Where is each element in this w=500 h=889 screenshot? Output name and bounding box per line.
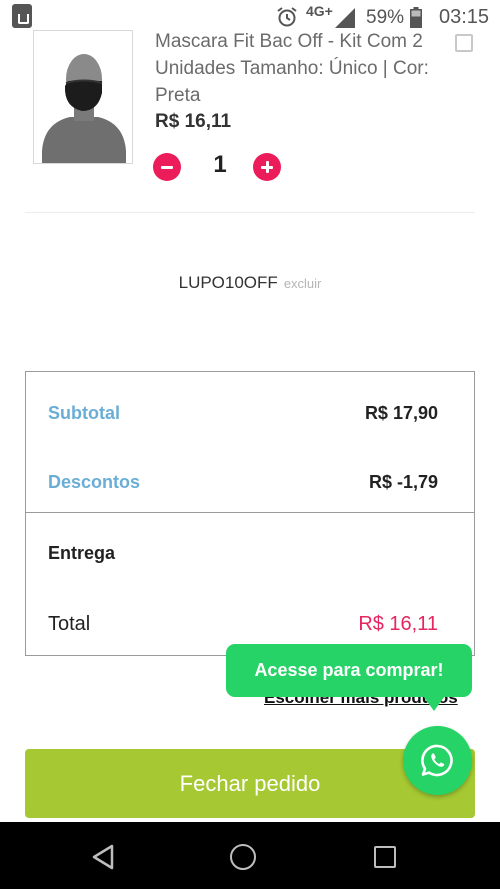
product-price: R$ 16,11 [155, 111, 232, 132]
order-summary: Subtotal R$ 17,90 Descontos R$ -1,79 Ent… [25, 371, 475, 656]
whatsapp-button[interactable] [403, 726, 472, 795]
product-image[interactable] [33, 30, 133, 164]
quantity-value: 1 [213, 151, 227, 178]
clock: 03:15 [439, 6, 490, 28]
alarm-icon [277, 7, 297, 27]
shipping-label: Entrega [48, 543, 116, 563]
remove-coupon-link[interactable]: excluir [284, 276, 322, 291]
cart-page: 4G+ 59% 03:15 Mascara Fit Bac Off - Kit … [0, 0, 500, 889]
recent-apps-icon[interactable] [374, 846, 396, 868]
system-navigation-bar [0, 822, 500, 889]
summary-divider [26, 512, 474, 513]
notification-icon [12, 4, 32, 28]
coupon-code: LUPO10OFF [178, 273, 278, 292]
applied-coupon: LUPO10OFF excluir [0, 273, 500, 293]
network-type: 4G+ [306, 3, 333, 19]
whatsapp-icon [421, 744, 453, 777]
subtotal-value: R$ 17,90 [364, 403, 438, 423]
divider [25, 212, 475, 213]
total-label: Total [48, 613, 91, 635]
decrease-quantity-button[interactable] [153, 153, 181, 181]
increase-quantity-button[interactable] [253, 153, 281, 181]
back-icon[interactable] [90, 843, 116, 871]
select-item-checkbox[interactable] [455, 34, 473, 52]
battery-percent: 59% [366, 7, 405, 28]
home-icon[interactable] [230, 844, 256, 870]
product-title[interactable]: Mascara Fit Bac Off - Kit Com 2 Unidades… [155, 28, 455, 109]
discounts-label: Descontos [48, 472, 141, 492]
battery-icon [410, 7, 422, 28]
mask-mannequin-image [34, 31, 132, 163]
whatsapp-tooltip-tail [421, 693, 447, 711]
total-value: R$ 16,11 [358, 613, 438, 635]
discounts-value: R$ -1,79 [368, 472, 438, 492]
subtotal-label: Subtotal [48, 403, 120, 423]
whatsapp-tooltip[interactable]: Acesse para comprar! [226, 644, 472, 697]
signal-icon [335, 8, 355, 28]
